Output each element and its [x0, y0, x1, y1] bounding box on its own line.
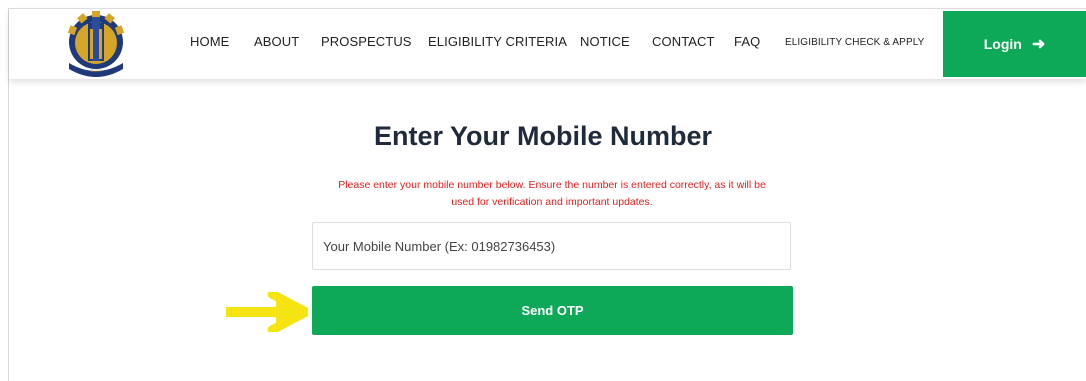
send-otp-button[interactable]: Send OTP	[312, 286, 793, 335]
login-button[interactable]: Login ➜	[943, 11, 1086, 77]
instruction-line-1: Please enter your mobile number below. E…	[338, 179, 766, 191]
nav-prospectus[interactable]: PROSPECTUS	[321, 34, 412, 49]
top-navbar: BUET HOME ABOUT PROSPECTUS ELIGIBILITY C…	[9, 9, 1086, 79]
nav-notice[interactable]: NOTICE	[580, 34, 630, 49]
nav-about[interactable]: ABOUT	[254, 34, 299, 49]
arrow-right-icon: ➜	[1031, 36, 1046, 53]
nav-contact[interactable]: CONTACT	[652, 34, 715, 49]
nav-eligibility-criteria[interactable]: ELIGIBILITY CRITERIA	[428, 34, 567, 49]
nav-faq[interactable]: FAQ	[734, 34, 760, 49]
page-title: Enter Your Mobile Number	[373, 121, 713, 151]
yellow-arrow-icon	[226, 292, 308, 332]
nav-eligibility-check-apply[interactable]: ELIGIBILITY CHECK & APPLY	[785, 37, 924, 48]
mobile-number-input[interactable]	[312, 222, 791, 270]
main-menu: HOME ABOUT PROSPECTUS ELIGIBILITY CRITER…	[9, 9, 1086, 77]
instruction-line-2: used for verification and important upda…	[451, 196, 653, 208]
nav-home[interactable]: HOME	[190, 34, 229, 49]
login-label: Login	[983, 36, 1022, 52]
instruction-text: Please enter your mobile number below. E…	[315, 177, 789, 211]
